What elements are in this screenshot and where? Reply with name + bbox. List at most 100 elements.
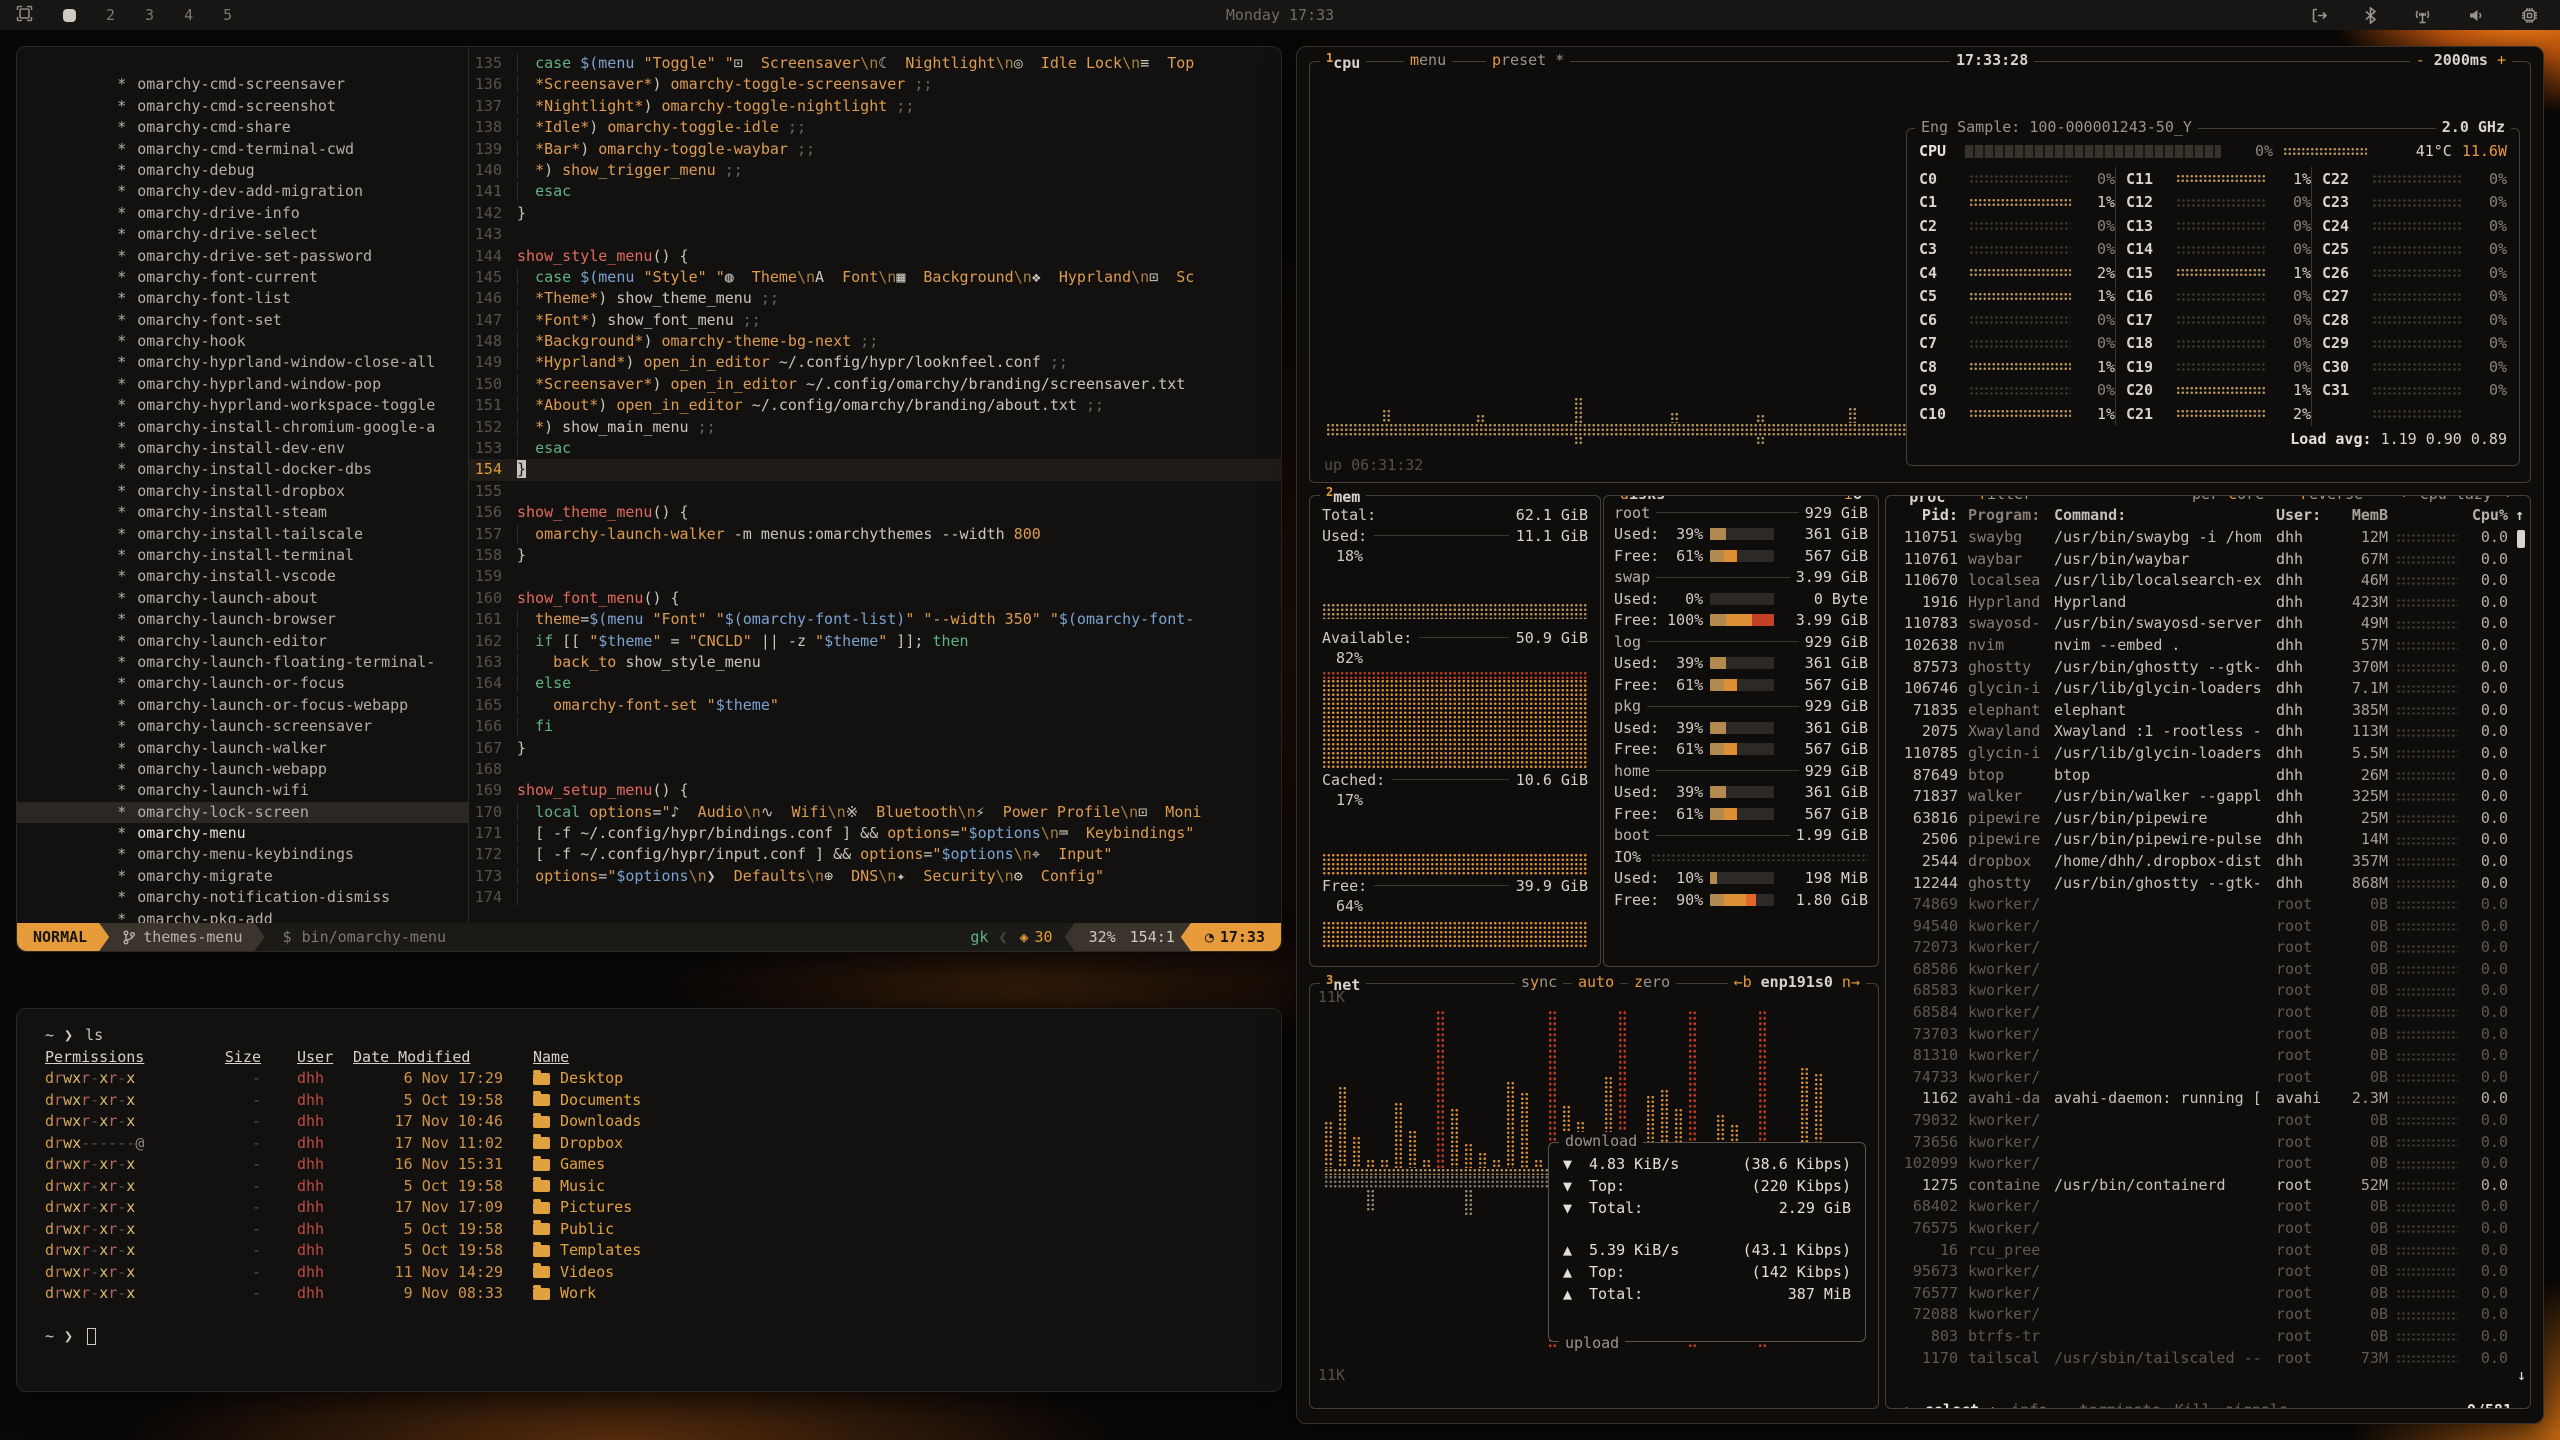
info-button[interactable]: info ↵ [2011,1401,2065,1409]
file-name: omarchy-cmd-terminal-cwd [137,140,354,158]
file-name: omarchy-cmd-share [137,118,291,136]
process-row[interactable]: 803 btrfs-tr root 0B 0.0 [1894,1326,2524,1348]
line-number: 143 [469,224,517,245]
select-button[interactable]: select ↓ [1925,1401,1997,1409]
vim-mode-badge: NORMAL [17,923,109,951]
core-graph [1969,245,2071,254]
process-row[interactable]: 110670 localsea /usr/lib/localsearch-ex … [1894,570,2524,592]
process-row[interactable]: 72088 kworker/ root 0B 0.0 [1894,1304,2524,1326]
cpu-model: Eng Sample: 100-000001243-50_Y [1915,118,2198,136]
interface-switcher[interactable]: ←b enp191s0 n→ [1728,973,1866,991]
code-line: 168 [469,759,1281,780]
interval-minus[interactable]: - [2416,51,2425,69]
proc-cpu: 0.0 [2466,1175,2508,1197]
file-name: omarchy-drive-select [137,225,318,243]
terminate-button[interactable]: terminate [2079,1401,2160,1409]
proc-cpu: 0.0 [2466,1348,2508,1370]
sort-column-selector[interactable]: ← cpu lazy → [2396,495,2516,503]
proc-user: root [2276,1218,2336,1240]
code-editor[interactable]: 135▏ case $(menu "Toggle" "⊡ Screensaver… [469,47,1281,923]
per-core-toggle[interactable]: per-core [2186,495,2270,503]
process-row[interactable]: 76575 kworker/ root 0B 0.0 [1894,1218,2524,1240]
process-row[interactable]: 102638 nvim nvim --embed . dhh 57M 0.0 [1894,635,2524,657]
process-row[interactable]: 2075 Xwayland Xwayland :1 -rootless - dh… [1894,721,2524,743]
line-number: 141 [469,181,517,202]
process-row[interactable]: 94540 kworker/ root 0B 0.0 [1894,916,2524,938]
process-row[interactable]: 73656 kworker/ root 0B 0.0 [1894,1132,2524,1154]
filter-button[interactable]: filter [1972,495,2038,503]
process-row[interactable]: 87649 btop btop dhh 26M 0.0 [1894,765,2524,787]
proc-user: root [2276,1283,2336,1305]
command: /usr/bin/ghostty --gtk- [2054,873,2276,895]
scroll-down-icon[interactable]: ↓ [2517,1366,2526,1384]
code-text: ▏ local options="♪ Audio\n∿ Wifi\n※ Blue… [517,802,1281,823]
cpu-wattage: 11.6W [2462,142,2507,160]
process-row[interactable]: 1916 Hyprland Hyprland dhh 423M 0.0 [1894,592,2524,614]
core-label: C16 [2126,287,2168,305]
proc-user: root [2276,916,2336,938]
process-row[interactable]: 73703 kworker/ root 0B 0.0 [1894,1024,2524,1046]
process-row[interactable]: 76577 kworker/ root 0B 0.0 [1894,1283,2524,1305]
process-row[interactable]: 87573 ghostty /usr/bin/ghostty --gtk- dh… [1894,657,2524,679]
interval-plus[interactable]: + [2497,51,2506,69]
zero-toggle[interactable]: zero [1628,973,1676,991]
process-row[interactable]: 110761 waybar /usr/bin/waybar dhh 67M 0.… [1894,549,2524,571]
preset-button[interactable]: preset * [1486,51,1570,69]
git-branch-segment[interactable]: themes-menu [99,923,264,951]
process-row[interactable]: 71837 walker /usr/bin/walker --gappl dhh… [1894,786,2524,808]
terminal-window[interactable]: ~ ❯ ls Permissions Size User Date Modifi… [16,1008,1282,1392]
line-number: 158 [469,545,517,566]
file-item[interactable]: *omarchy-cmd-screensaver [17,53,468,74]
process-row[interactable]: 2506 pipewire /usr/bin/pipewire-pulse dh… [1894,829,2524,851]
process-row[interactable]: 16 rcu_pree root 0B 0.0 [1894,1240,2524,1262]
menu-button[interactable]: menu [1404,51,1452,69]
proc-scrollbar-thumb[interactable] [2517,530,2525,548]
pid: 73656 [1894,1132,1958,1154]
process-row[interactable]: 1162 avahi-da avahi-daemon: running [ av… [1894,1088,2524,1110]
process-row[interactable]: 68402 kworker/ root 0B 0.0 [1894,1196,2524,1218]
auto-toggle[interactable]: auto [1572,973,1620,991]
process-row[interactable]: 12244 ghostty /usr/bin/ghostty --gtk- dh… [1894,873,2524,895]
core-cell: C8 1% [1919,355,2115,379]
kill-button[interactable]: Kill [2175,1401,2211,1409]
permissions: drwxr-xr-x [45,1090,213,1112]
core-graph [2176,245,2267,254]
signals-button[interactable]: signals [2225,1401,2288,1409]
proc-mem: 0B [2336,980,2388,1002]
process-row[interactable]: 106746 glycin-i /usr/lib/glycin-loaders … [1894,678,2524,700]
size: - [213,1111,261,1133]
process-row[interactable]: 102099 kworker/ root 0B 0.0 [1894,1153,2524,1175]
process-row[interactable]: 71835 elephant elephant dhh 385M 0.0 [1894,700,2524,722]
process-row[interactable]: 95673 kworker/ root 0B 0.0 [1894,1261,2524,1283]
process-row[interactable]: 68584 kworker/ root 0B 0.0 [1894,1002,2524,1024]
process-row[interactable]: 68583 kworker/ root 0B 0.0 [1894,980,2524,1002]
process-row[interactable]: 2544 dropbox /home/dhh/.dropbox-dist dhh… [1894,851,2524,873]
pid: 68583 [1894,980,1958,1002]
code-text [517,481,1281,502]
process-row[interactable]: 74869 kworker/ root 0B 0.0 [1894,894,2524,916]
process-row[interactable]: 74733 kworker/ root 0B 0.0 [1894,1067,2524,1089]
process-row[interactable]: 110783 swayosd- /usr/bin/swayosd-server … [1894,613,2524,635]
proc-cpu-graph [2396,555,2458,564]
terminal-cursor[interactable] [87,1328,96,1345]
process-row[interactable]: 72073 kworker/ root 0B 0.0 [1894,937,2524,959]
line-number: 136 [469,74,517,95]
core-label: C30 [2322,358,2364,376]
process-row[interactable]: 110751 swaybg /usr/bin/swaybg -i /hom dh… [1894,527,2524,549]
process-row[interactable]: 1170 tailscal /usr/sbin/tailscaled -- ro… [1894,1348,2524,1370]
io-mode-button[interactable]: io [1838,495,1868,503]
core-cell: C23 0% [2311,191,2507,215]
process-row[interactable]: 1275 containe /usr/bin/containerd root 5… [1894,1175,2524,1197]
permissions: drwxr-xr-x [45,1111,213,1133]
process-row[interactable]: 63816 pipewire /usr/bin/pipewire dhh 25M… [1894,808,2524,830]
file-name: omarchy-launch-screensaver [137,717,372,735]
process-row[interactable]: 79032 kworker/ root 0B 0.0 [1894,1110,2524,1132]
process-row[interactable]: 81310 kworker/ root 0B 0.0 [1894,1045,2524,1067]
process-row[interactable]: 110785 glycin-i /usr/lib/glycin-loaders … [1894,743,2524,765]
executable-marker: * [117,204,126,222]
proc-cpu: 0.0 [2466,678,2508,700]
process-row[interactable]: 68586 kworker/ root 0B 0.0 [1894,959,2524,981]
reverse-toggle[interactable]: reverse [2294,495,2369,503]
sync-toggle[interactable]: sync [1515,973,1563,991]
proc-header[interactable]: Pid: Program: Command: User: MemB Cpu% ↑ [1894,504,2524,527]
